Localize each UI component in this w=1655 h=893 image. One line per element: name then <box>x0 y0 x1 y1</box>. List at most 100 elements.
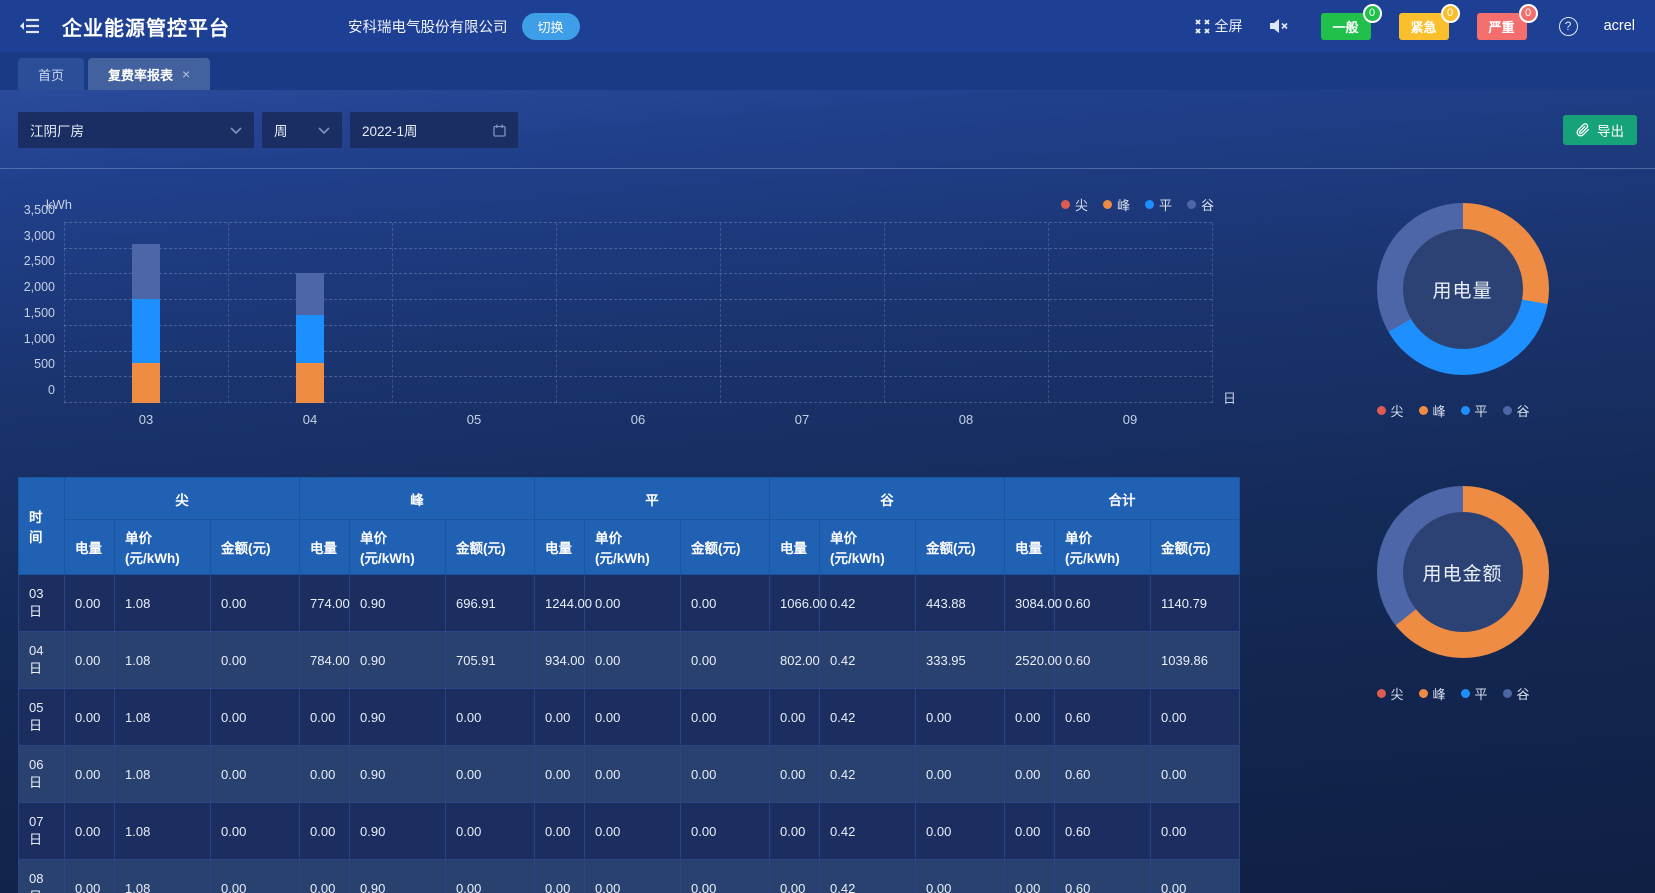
legend-label: 尖 <box>1391 684 1404 703</box>
bar-segment-峰 <box>132 363 160 403</box>
mute-icon[interactable] <box>1269 18 1289 34</box>
legend-dot-icon <box>1419 406 1428 415</box>
table-cell: 0.00 <box>1151 860 1240 893</box>
legend-item-谷[interactable]: 谷 <box>1187 195 1214 214</box>
tab-rate-report[interactable]: 复费率报表 × <box>88 58 210 90</box>
tab-close-icon[interactable]: × <box>182 66 190 82</box>
table-subheader-row: 电量单价(元/kWh)金额(元)电量单价(元/kWh)金额(元)电量单价(元/k… <box>19 520 1240 575</box>
table-cell: 0.00 <box>770 746 820 803</box>
table-cell: 0.00 <box>300 860 350 893</box>
table-cell: 0.00 <box>446 860 535 893</box>
alert-badge-severe[interactable]: 严重 0 <box>1477 13 1527 40</box>
legend-dot-icon <box>1103 200 1112 209</box>
menu-fold-icon[interactable] <box>20 17 40 35</box>
alert-count-badge: 0 <box>1519 4 1538 23</box>
table-cell: 0.00 <box>585 575 681 632</box>
gridline <box>556 223 557 403</box>
column-group-header-合计: 合计 <box>1005 478 1240 520</box>
site-select[interactable]: 江阴厂房 <box>18 112 254 148</box>
gridline <box>64 299 1212 300</box>
table-cell: 0.00 <box>681 803 770 860</box>
column-subheader: 单价(元/kWh) <box>585 520 681 575</box>
cell-time: 08日 <box>19 860 65 893</box>
fullscreen-button[interactable]: 全屏 <box>1195 16 1243 36</box>
date-picker[interactable]: 2022-1周 <box>350 112 518 148</box>
switch-company-button[interactable]: 切换 <box>522 13 580 40</box>
legend-item-平[interactable]: 平 <box>1461 684 1488 703</box>
gridline <box>228 223 229 403</box>
table-cell: 0.00 <box>1151 689 1240 746</box>
table-cell: 0.90 <box>350 860 446 893</box>
legend-item-尖[interactable]: 尖 <box>1377 684 1404 703</box>
gridline <box>1212 223 1213 403</box>
company-name: 安科瑞电气股份有限公司 <box>348 16 508 37</box>
table-cell: 0.00 <box>65 632 115 689</box>
gridline <box>64 351 1212 352</box>
legend-dot-icon <box>1377 406 1386 415</box>
table-cell: 0.00 <box>681 689 770 746</box>
help-icon[interactable]: ? <box>1559 17 1578 36</box>
legend-label: 峰 <box>1117 195 1130 214</box>
y-tick-label: 500 <box>34 357 55 371</box>
legend-dot-icon <box>1503 689 1512 698</box>
table-cell: 0.60 <box>1055 632 1151 689</box>
alert-badge-urgent[interactable]: 紧急 0 <box>1399 13 1449 40</box>
cell-time: 03日 <box>19 575 65 632</box>
export-button[interactable]: 导出 <box>1563 115 1637 145</box>
legend-item-峰[interactable]: 峰 <box>1419 684 1446 703</box>
legend-dot-icon <box>1187 200 1196 209</box>
table-cell: 1140.79 <box>1151 575 1240 632</box>
column-subheader: 金额(元) <box>681 520 770 575</box>
table-cell: 0.00 <box>535 860 585 893</box>
bar-segment-谷 <box>296 273 324 314</box>
x-tick-label: 03 <box>139 412 153 427</box>
gridline <box>64 325 1212 326</box>
alert-badge-general[interactable]: 一般 0 <box>1321 13 1371 40</box>
column-subheader: 单价(元/kWh) <box>115 520 211 575</box>
legend-item-尖[interactable]: 尖 <box>1061 195 1088 214</box>
table-cell: 0.00 <box>1005 689 1055 746</box>
column-subheader: 电量 <box>300 520 350 575</box>
username[interactable]: acrel <box>1604 18 1635 34</box>
table-cell: 802.00 <box>770 632 820 689</box>
tab-home[interactable]: 首页 <box>18 58 84 90</box>
table-cell: 0.00 <box>211 860 300 893</box>
table-row: 07日0.001.080.000.000.900.000.000.000.000… <box>19 803 1240 860</box>
table-cell: 1.08 <box>115 575 211 632</box>
legend-dot-icon <box>1419 689 1428 698</box>
x-tick-label: 06 <box>631 412 645 427</box>
table-cell: 0.00 <box>770 803 820 860</box>
app-header: 企业能源管控平台 安科瑞电气股份有限公司 切换 全屏 一般 0 紧急 0 <box>0 0 1655 52</box>
donut-center: 用电量 <box>1403 229 1523 349</box>
table-row: 04日0.001.080.00784.000.90705.91934.000.0… <box>19 632 1240 689</box>
period-select[interactable]: 周 <box>262 112 342 148</box>
legend-item-谷[interactable]: 谷 <box>1503 401 1530 420</box>
legend-item-平[interactable]: 平 <box>1461 401 1488 420</box>
rate-report-table: 时间尖峰平谷合计电量单价(元/kWh)金额(元)电量单价(元/kWh)金额(元)… <box>18 477 1240 893</box>
legend-item-谷[interactable]: 谷 <box>1503 684 1530 703</box>
column-group-header-峰: 峰 <box>300 478 535 520</box>
period-select-value: 周 <box>274 120 288 140</box>
legend-item-峰[interactable]: 峰 <box>1103 195 1130 214</box>
table-cell: 3084.00 <box>1005 575 1055 632</box>
table-cell: 0.00 <box>770 860 820 893</box>
table-cell: 1066.00 <box>770 575 820 632</box>
table-cell: 0.00 <box>916 689 1005 746</box>
column-group-header-尖: 尖 <box>65 478 300 520</box>
legend-item-尖[interactable]: 尖 <box>1377 401 1404 420</box>
bar-segment-谷 <box>132 244 160 299</box>
table-cell: 0.00 <box>211 689 300 746</box>
cell-time: 07日 <box>19 803 65 860</box>
legend-label: 平 <box>1475 684 1488 703</box>
donut-legend: 尖峰平谷 <box>1377 401 1549 420</box>
table-cell: 0.00 <box>446 689 535 746</box>
cell-time: 06日 <box>19 746 65 803</box>
donut-title: 用电量 <box>1432 276 1492 303</box>
legend-item-平[interactable]: 平 <box>1145 195 1172 214</box>
table-cell: 0.90 <box>350 632 446 689</box>
legend-label: 尖 <box>1391 401 1404 420</box>
column-subheader: 金额(元) <box>1151 520 1240 575</box>
legend-item-峰[interactable]: 峰 <box>1419 401 1446 420</box>
table-cell: 0.90 <box>350 746 446 803</box>
chart-legend: 尖 峰平谷 <box>1061 195 1214 214</box>
